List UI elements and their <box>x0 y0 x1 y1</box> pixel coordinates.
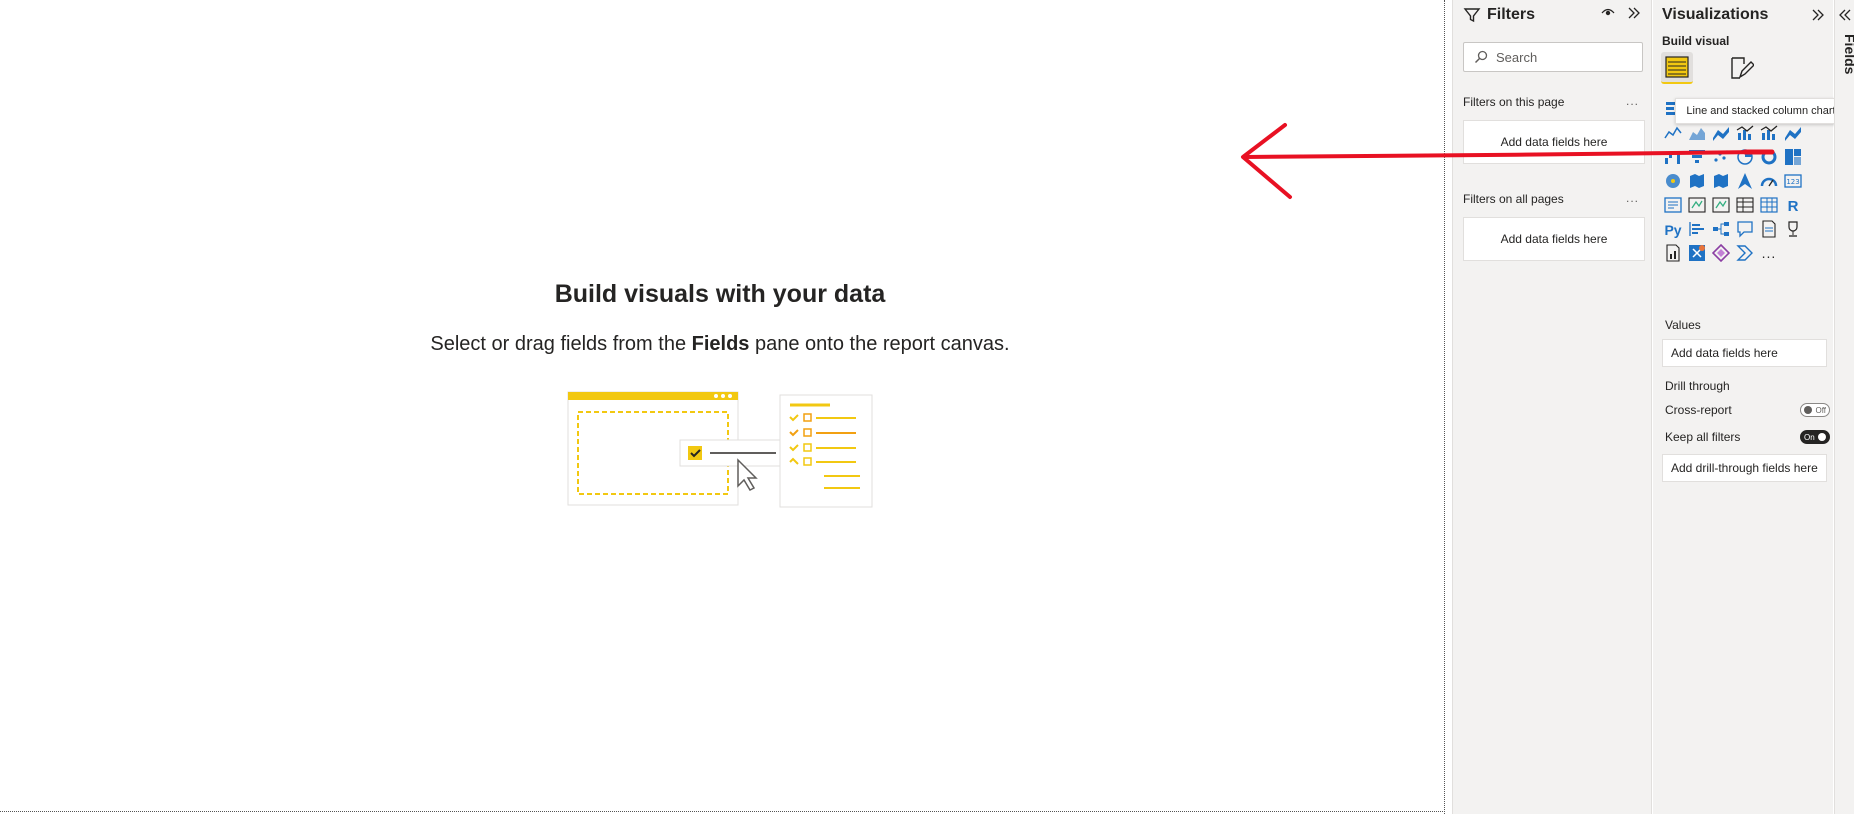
multi-row-card-visual-icon[interactable] <box>1662 194 1684 216</box>
visualizations-title: Visualizations <box>1662 6 1769 23</box>
line-and-stacked-column-visual-icon[interactable] <box>1734 122 1756 144</box>
cross-report-toggle[interactable]: Off <box>1800 403 1830 417</box>
card-visual-icon[interactable]: 123 <box>1782 170 1804 192</box>
get-more-visuals-button[interactable]: ... <box>1758 242 1780 264</box>
keep-all-filters-row: Keep all filters On <box>1665 430 1830 444</box>
filters-this-page-more-button[interactable]: ... <box>1626 94 1639 108</box>
qa-visual-icon[interactable] <box>1734 218 1756 240</box>
power-automate-visual-icon[interactable] <box>1710 242 1732 264</box>
shape-map-visual-icon[interactable] <box>1710 170 1732 192</box>
gauge-visual-icon[interactable] <box>1758 170 1780 192</box>
values-dropzone[interactable]: Add data fields here <box>1662 339 1827 367</box>
filters-on-this-page-label: Filters on this page <box>1463 95 1565 109</box>
scatter-visual-icon[interactable] <box>1710 146 1732 168</box>
cross-report-label: Cross-report <box>1665 403 1732 417</box>
power-apps-visual-icon[interactable] <box>1686 242 1708 264</box>
kpi-visual-icon[interactable] <box>1686 194 1708 216</box>
empty-canvas-subtitle: Select or drag fields from the Fields pa… <box>0 333 1440 356</box>
smart-narrative-visual-icon[interactable] <box>1758 218 1780 240</box>
line-and-clustered-column-visual-icon[interactable] <box>1758 122 1780 144</box>
donut-visual-icon[interactable] <box>1758 146 1780 168</box>
azure-map-visual-icon[interactable] <box>1734 170 1756 192</box>
format-brush-icon <box>1731 57 1754 79</box>
funnel-visual-icon[interactable] <box>1686 146 1708 168</box>
filters-title: Filters <box>1487 6 1536 23</box>
subtitle-suffix: pane onto the report canvas. <box>749 333 1010 355</box>
cross-report-row: Cross-report Off <box>1665 403 1830 417</box>
values-label: Values <box>1665 318 1701 332</box>
filters-header-actions <box>1601 6 1641 20</box>
expand-fields-icon[interactable] <box>1838 8 1852 22</box>
pie-visual-icon[interactable] <box>1734 146 1756 168</box>
more-visuals-button[interactable] <box>1734 242 1756 264</box>
table-grid-icon <box>1665 56 1689 78</box>
empty-canvas-title: Build visuals with your data <box>554 280 886 308</box>
filled-map-visual-icon[interactable] <box>1686 170 1708 192</box>
build-visual-label: Build visual <box>1662 34 1730 48</box>
keep-all-filters-label: Keep all filters <box>1665 430 1741 444</box>
python-visual-visual-icon[interactable]: Py <box>1662 218 1684 240</box>
format-visual-tab[interactable] <box>1727 54 1755 82</box>
svg-text:123: 123 <box>1786 178 1799 186</box>
slicer-visual-icon[interactable] <box>1710 194 1732 216</box>
visual-tooltip: Line and stacked column chart <box>1675 98 1847 124</box>
line-chart-visual-icon[interactable] <box>1662 122 1684 144</box>
filters-search-input[interactable]: Search <box>1463 42 1643 72</box>
fields-pane-collapsed[interactable] <box>1834 0 1854 814</box>
subtitle-fields-word: Fields <box>691 333 750 355</box>
collapse-filters-icon[interactable] <box>1627 6 1641 20</box>
matrix-visual-icon[interactable] <box>1758 194 1780 216</box>
key-influencers-visual-icon[interactable] <box>1686 218 1708 240</box>
collapse-visualizations-icon[interactable] <box>1811 8 1825 22</box>
canvas-bottom-border <box>0 811 1445 812</box>
paginated-report-visual-icon[interactable] <box>1662 242 1684 264</box>
subtitle-prefix: Select or drag fields from the <box>430 333 692 355</box>
empty-canvas-illustration <box>567 391 873 508</box>
search-icon <box>1474 50 1488 64</box>
filter-icon <box>1463 8 1481 23</box>
ribbon-chart-visual-icon[interactable] <box>1782 122 1804 144</box>
search-placeholder: Search <box>1496 49 1538 65</box>
waterfall-visual-icon[interactable] <box>1662 146 1684 168</box>
area-chart-visual-icon[interactable] <box>1686 122 1708 144</box>
r-visual-visual-icon[interactable]: R <box>1782 194 1804 216</box>
table-visual-icon[interactable] <box>1734 194 1756 216</box>
fields-pane-title: Fields <box>1842 34 1854 75</box>
report-canvas[interactable]: Build visuals with your data Select or d… <box>0 0 1445 814</box>
filters-all-pages-more-button[interactable]: ... <box>1626 191 1639 205</box>
filters-this-page-dropzone[interactable]: Add data fields here <box>1463 120 1645 164</box>
filters-pane: Filters Search Filters on this page ... … <box>1452 0 1652 814</box>
stacked-area-visual-icon[interactable] <box>1710 122 1732 144</box>
eye-icon[interactable] <box>1601 6 1615 20</box>
drill-through-dropzone[interactable]: Add drill-through fields here <box>1662 454 1827 482</box>
filters-header: Filters <box>1463 4 1535 26</box>
svg-text:R: R <box>1788 198 1799 214</box>
filters-on-all-pages-label: Filters on all pages <box>1463 192 1564 206</box>
map-visual-icon[interactable] <box>1662 170 1684 192</box>
drill-through-label: Drill through <box>1665 379 1730 393</box>
metrics-visual-icon[interactable] <box>1782 218 1804 240</box>
decomposition-tree-visual-icon[interactable] <box>1710 218 1732 240</box>
treemap-visual-icon[interactable] <box>1782 146 1804 168</box>
filters-all-pages-dropzone[interactable]: Add data fields here <box>1463 217 1645 261</box>
keep-all-filters-toggle[interactable]: On <box>1800 430 1830 444</box>
build-visual-tab[interactable] <box>1661 52 1693 84</box>
svg-text:Py: Py <box>1664 222 1681 238</box>
